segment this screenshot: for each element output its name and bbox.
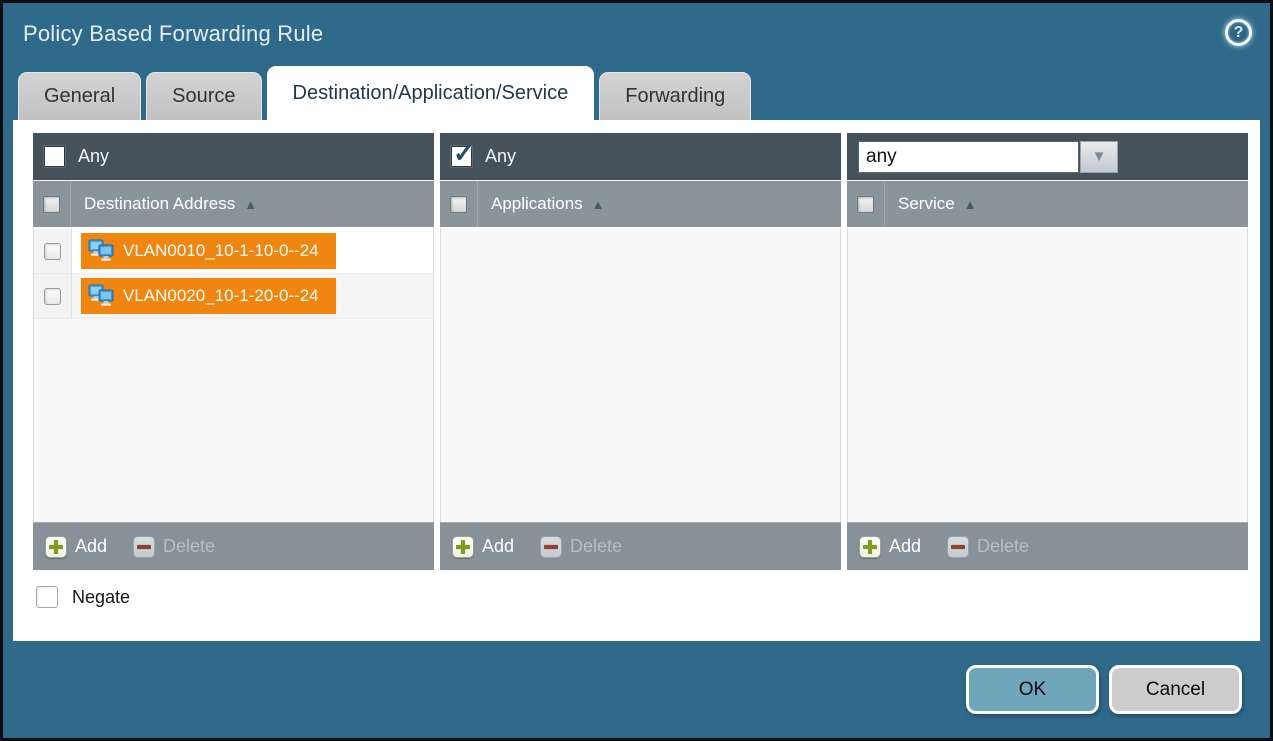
negate-checkbox[interactable] (36, 586, 58, 608)
address-group-icon (88, 239, 115, 263)
applications-delete-button[interactable]: Delete (540, 536, 622, 558)
table-row: VLAN0010_10-1-10-0--24 (34, 229, 433, 274)
applications-any-label: Any (485, 146, 516, 167)
delete-icon (540, 536, 562, 558)
ok-button[interactable]: OK (966, 665, 1099, 714)
tab-forwarding[interactable]: Forwarding (599, 72, 751, 120)
destination-list: VLAN0010_10-1-10-0--24 (33, 227, 434, 522)
tab-destination-application-service[interactable]: Destination/Application/Service (267, 66, 595, 120)
dialog-footer: OK Cancel (3, 641, 1270, 738)
table-row: VLAN0020_10-1-20-0--24 (34, 274, 433, 319)
service-column-header[interactable]: Service (898, 194, 955, 214)
service-dropdown-input[interactable] (858, 141, 1079, 173)
service-dropdown-button[interactable]: ▼ (1080, 141, 1118, 173)
applications-column-header[interactable]: Applications (491, 194, 583, 214)
negate-label: Negate (72, 587, 130, 608)
service-toolbar: Add Delete (847, 522, 1248, 570)
dialog-titlebar: Policy Based Forwarding Rule ? (3, 3, 1270, 65)
cancel-button[interactable]: Cancel (1109, 665, 1242, 714)
add-icon (859, 536, 881, 558)
destination-add-button[interactable]: Add (45, 536, 107, 558)
destination-delete-button[interactable]: Delete (133, 536, 215, 558)
destination-any-checkbox[interactable] (44, 146, 65, 167)
applications-column-header-row: Applications ▲ (440, 180, 841, 227)
address-group-icon (88, 284, 115, 308)
destination-column-header[interactable]: Destination Address (84, 194, 235, 214)
destination-column-header-row: Destination Address ▲ (33, 180, 434, 227)
delete-icon (947, 536, 969, 558)
negate-row: Negate (36, 586, 1260, 608)
tab-source[interactable]: Source (146, 72, 261, 120)
destination-select-all-checkbox[interactable] (43, 196, 60, 213)
tab-bar: General Source Destination/Application/S… (3, 65, 1270, 120)
destination-address-item[interactable]: VLAN0010_10-1-10-0--24 (81, 233, 336, 269)
service-select-all-checkbox[interactable] (857, 196, 874, 213)
destination-row-checkbox[interactable] (44, 288, 61, 305)
service-add-button[interactable]: Add (859, 536, 921, 558)
applications-list (440, 227, 841, 522)
destination-toolbar: Add Delete (33, 522, 434, 570)
pbf-rule-dialog: Policy Based Forwarding Rule ? General S… (0, 0, 1273, 741)
help-icon[interactable]: ? (1225, 19, 1252, 46)
sort-asc-icon: ▲ (964, 197, 977, 212)
destination-address-label: VLAN0020_10-1-20-0--24 (123, 286, 319, 306)
chevron-down-icon: ▼ (1092, 148, 1107, 165)
service-delete-button[interactable]: Delete (947, 536, 1029, 558)
service-panel: ▼ Service ▲ (847, 133, 1248, 570)
tab-content: Any Destination Address ▲ (13, 120, 1260, 641)
applications-panel: Any Applications ▲ Add (440, 133, 841, 570)
destination-row-checkbox[interactable] (44, 243, 61, 260)
destination-any-label: Any (78, 146, 109, 167)
sort-asc-icon: ▲ (244, 197, 257, 212)
service-list (847, 227, 1248, 522)
tab-general[interactable]: General (18, 72, 141, 120)
destination-any-bar: Any (33, 133, 434, 180)
add-icon (45, 536, 67, 558)
service-column-header-row: Service ▲ (847, 180, 1248, 227)
applications-select-all-checkbox[interactable] (450, 196, 467, 213)
applications-toolbar: Add Delete (440, 522, 841, 570)
destination-address-item[interactable]: VLAN0020_10-1-20-0--24 (81, 278, 336, 314)
service-dropdown: ▼ (858, 141, 1118, 173)
applications-any-checkbox[interactable] (451, 146, 472, 167)
destination-panel: Any Destination Address ▲ (33, 133, 434, 570)
add-icon (452, 536, 474, 558)
applications-add-button[interactable]: Add (452, 536, 514, 558)
service-dropdown-bar: ▼ (847, 133, 1248, 180)
destination-address-label: VLAN0010_10-1-10-0--24 (123, 241, 319, 261)
applications-any-bar: Any (440, 133, 841, 180)
sort-asc-icon: ▲ (592, 197, 605, 212)
dialog-title: Policy Based Forwarding Rule (23, 21, 323, 47)
delete-icon (133, 536, 155, 558)
